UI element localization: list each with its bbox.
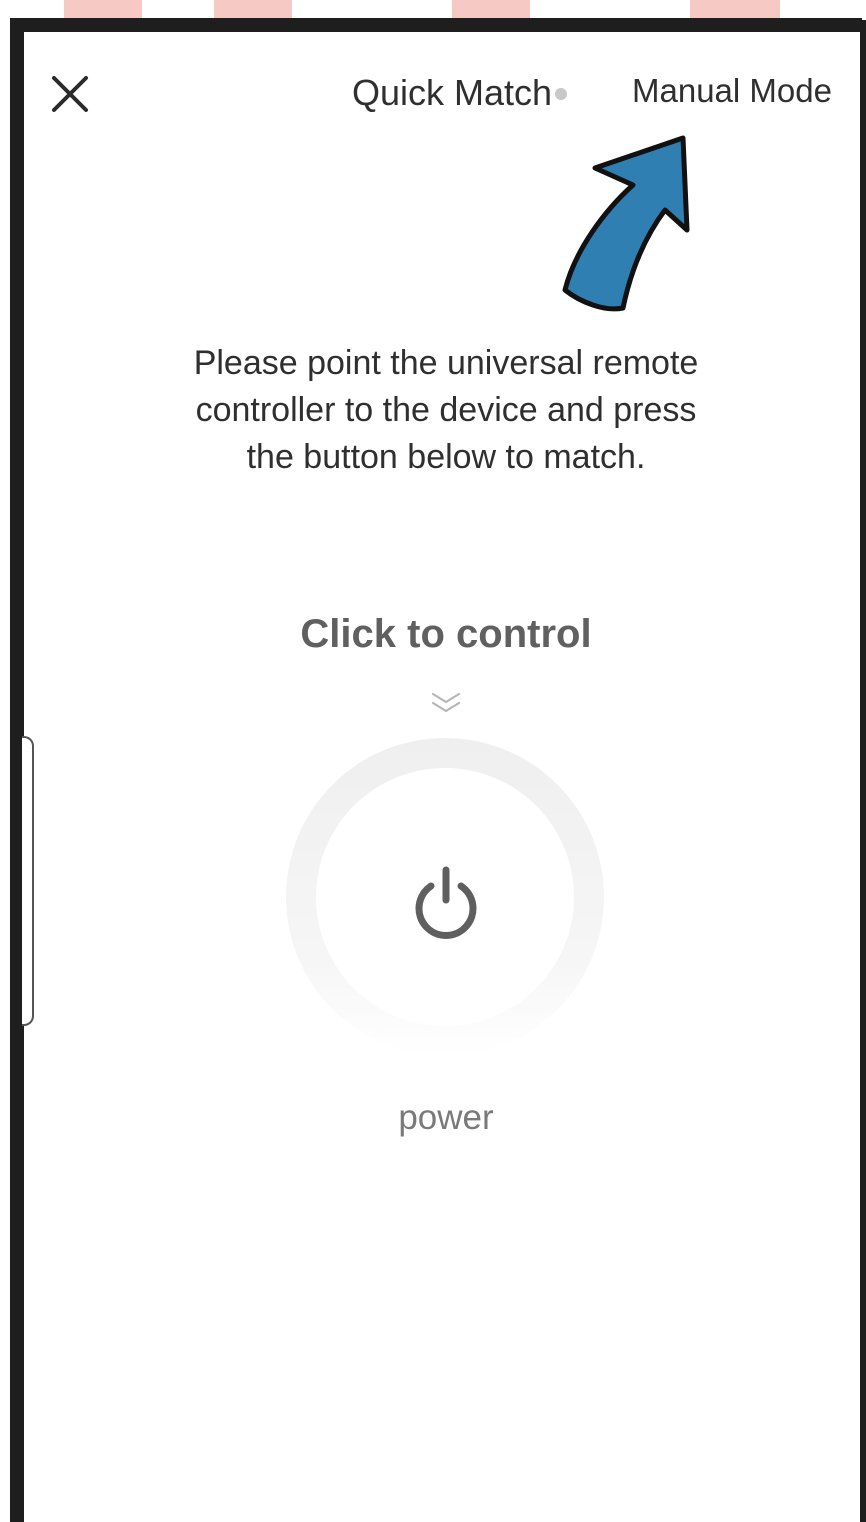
close-icon (52, 76, 88, 112)
tab-manual-mode[interactable]: Manual Mode (632, 72, 832, 110)
instruction-text: Please point the universal remote contro… (140, 340, 752, 481)
side-drawer-handle[interactable] (22, 736, 34, 1026)
instruction-line: the button below to match. (246, 438, 646, 476)
arrow-pointer-icon (562, 135, 690, 312)
instruction-line: controller to the device and press (195, 391, 697, 429)
control-title: Click to control (300, 612, 592, 656)
power-label: power (398, 1098, 494, 1137)
tab-quick-match[interactable]: Quick Match (352, 72, 552, 114)
app-canvas: Quick Match Manual Mode Please point the… (0, 0, 866, 1522)
power-icon (415, 866, 477, 939)
close-button[interactable] (48, 72, 92, 116)
phone-frame-edge (862, 20, 866, 1522)
instruction-line: Please point the universal remote (193, 344, 699, 382)
active-tab-indicator (555, 88, 567, 100)
double-chevron-down-icon (431, 692, 461, 713)
